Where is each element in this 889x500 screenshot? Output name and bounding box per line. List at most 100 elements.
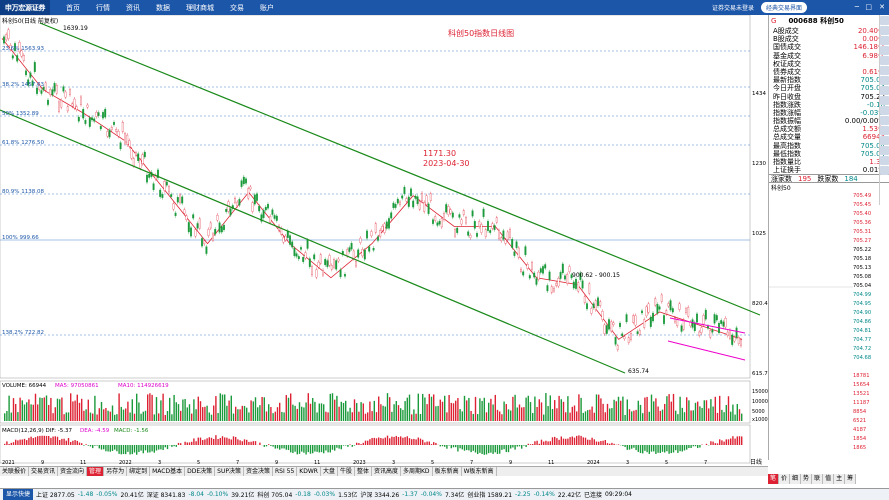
macd-bar xyxy=(459,445,461,449)
indicator-tab[interactable]: 多周期KD xyxy=(401,467,433,476)
candle-body xyxy=(385,221,388,229)
macd-bar xyxy=(329,445,331,453)
indicator-tab[interactable]: 大盘 xyxy=(321,467,338,476)
candle-body xyxy=(548,271,551,280)
indicator-tab[interactable]: 另存为 xyxy=(104,467,128,476)
indicator-tab[interactable]: DDE决策 xyxy=(185,467,216,476)
volume-bar xyxy=(246,407,248,421)
detail-tab[interactable]: 价 xyxy=(779,474,791,484)
candle-body xyxy=(203,240,206,245)
menu-home[interactable]: 首页 xyxy=(66,3,80,13)
indicator-tab[interactable]: 交易资讯 xyxy=(29,467,59,476)
chart-area[interactable]: 1639.19 635.74 1171.30 2023-04-30 900.62… xyxy=(0,14,771,466)
volume-bar xyxy=(472,413,474,421)
close-icon[interactable]: ✕ xyxy=(879,3,885,11)
detail-tab[interactable]: 值 xyxy=(823,474,835,484)
indicator-tab[interactable]: 关联报价 xyxy=(0,467,30,476)
indicator-tab[interactable]: 板东新高 xyxy=(433,467,462,476)
macd-bar xyxy=(160,445,162,450)
menu-finance-mall[interactable]: 理财商城 xyxy=(186,3,214,13)
tool-icon-2[interactable] xyxy=(880,26,889,35)
indicator-tab[interactable]: MACD基本 xyxy=(150,467,186,476)
indicator-tab[interactable]: W板东新高 xyxy=(462,467,497,476)
candle-body xyxy=(641,310,643,314)
macd-bar xyxy=(483,445,485,455)
macd-bar xyxy=(318,445,320,453)
maximize-icon[interactable]: □ xyxy=(865,3,872,11)
macd-bar xyxy=(499,445,501,454)
indicator-tab[interactable]: 管理 xyxy=(87,467,105,476)
tool-icon-11[interactable] xyxy=(880,116,889,125)
indicator-tab[interactable]: 资金决策 xyxy=(244,467,273,476)
tool-icon-5[interactable] xyxy=(880,56,889,65)
login-status-link[interactable]: 证券交易未登录 xyxy=(712,3,754,12)
macd-bar xyxy=(114,445,116,450)
menu-account[interactable]: 账户 xyxy=(260,3,274,13)
indicator-tab[interactable]: SUP决策 xyxy=(215,467,244,476)
status-item: -0.05% xyxy=(96,491,118,498)
tool-icon-13[interactable] xyxy=(880,136,889,145)
menu-news[interactable]: 资讯 xyxy=(126,3,140,13)
tool-icon-7[interactable] xyxy=(880,76,889,85)
tool-icon-16[interactable] xyxy=(880,166,889,175)
detail-tab[interactable]: 主 xyxy=(834,474,846,484)
status-item: -0.18 xyxy=(295,491,311,498)
macd-bar xyxy=(532,444,534,445)
tool-icon-1[interactable] xyxy=(880,16,889,25)
volume-bar xyxy=(224,394,226,421)
menu-quotes[interactable]: 行情 xyxy=(96,3,110,13)
tool-icon-6[interactable] xyxy=(880,66,889,75)
status-item: 沪深 3344.26 xyxy=(360,492,400,499)
macd-bar xyxy=(301,445,303,452)
tool-icon-8[interactable] xyxy=(880,86,889,95)
volume-bar xyxy=(505,404,507,421)
indicator-tab[interactable]: KDWR xyxy=(297,467,321,476)
kline-chart[interactable]: 1639.19 635.74 1171.30 2023-04-30 900.62… xyxy=(0,14,771,466)
menu-trade[interactable]: 交易 xyxy=(230,3,244,13)
indicator-tab[interactable]: RSI 55 xyxy=(273,467,298,476)
indicator-tab[interactable]: 绑定到 xyxy=(127,467,151,476)
tool-icon-10[interactable] xyxy=(880,106,889,115)
candle-body xyxy=(583,296,586,303)
tool-icon-15[interactable] xyxy=(880,156,889,165)
candle-body xyxy=(363,249,366,260)
detail-tab[interactable]: 筹 xyxy=(845,474,857,484)
volume-bar xyxy=(270,407,272,421)
volume-bar xyxy=(463,395,466,421)
volume-bar xyxy=(490,398,492,421)
macd-bar xyxy=(246,439,248,445)
quick-display-button[interactable]: 显示快捷 xyxy=(3,489,34,500)
volume-bar xyxy=(551,409,554,421)
macd-bar xyxy=(186,442,188,445)
tool-icon-12[interactable] xyxy=(880,126,889,135)
minimize-icon[interactable]: ─ xyxy=(855,3,859,11)
tool-icon-9[interactable] xyxy=(880,96,889,105)
detail-tab[interactable]: 势 xyxy=(801,474,813,484)
volume-bar xyxy=(340,401,342,421)
candle-body xyxy=(522,271,525,276)
indicator-tab[interactable]: 资讯高度 xyxy=(372,467,401,476)
macd-bar xyxy=(626,445,628,450)
macd-bar xyxy=(664,445,666,453)
volume-bar xyxy=(151,394,153,421)
indicator-tab[interactable]: 整体 xyxy=(355,467,372,476)
indicator-tab[interactable]: 牛股 xyxy=(338,467,355,476)
indicator-tab[interactable]: 资金流向 xyxy=(58,467,88,476)
candle-body xyxy=(498,230,500,239)
macd-bar xyxy=(536,440,538,445)
volume-bar xyxy=(633,410,635,421)
tool-icon-14[interactable] xyxy=(880,146,889,155)
macd-bar xyxy=(100,445,103,450)
classic-trade-button[interactable]: 经典交易界面 xyxy=(761,2,807,13)
macd-bar xyxy=(188,442,191,445)
menu-data[interactable]: 数据 xyxy=(156,3,170,13)
tool-icon-3[interactable] xyxy=(880,36,889,45)
status-item: -1.37 xyxy=(402,491,418,498)
volume-bar xyxy=(459,409,461,421)
detail-tab[interactable]: 笔 xyxy=(768,474,780,484)
tool-icon-4[interactable] xyxy=(880,46,889,55)
detail-tab[interactable]: 联 xyxy=(812,474,824,484)
side-toolbar xyxy=(879,15,889,205)
detail-tab[interactable]: 细 xyxy=(790,474,802,484)
volume-bar xyxy=(444,395,446,421)
